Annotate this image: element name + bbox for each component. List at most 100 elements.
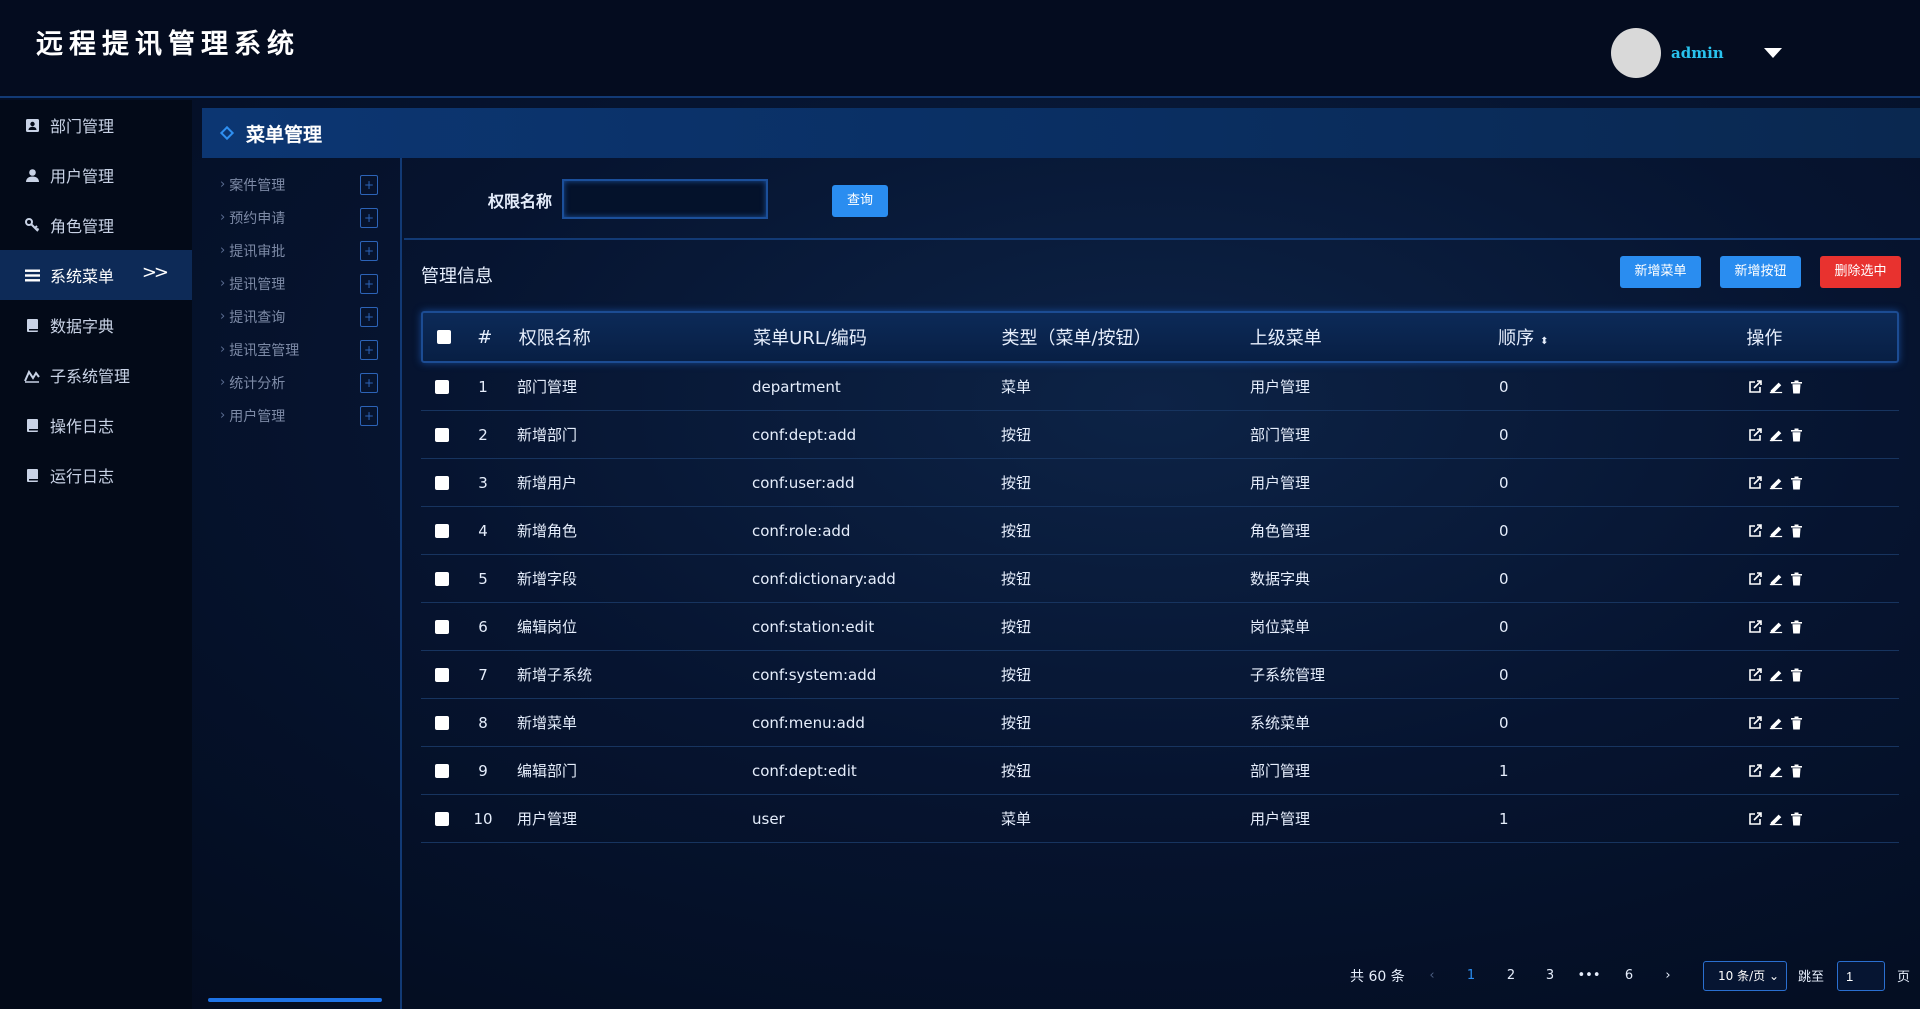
- plus-icon[interactable]: +: [360, 240, 378, 261]
- horizontal-scrollbar[interactable]: [208, 998, 382, 1002]
- row-checkbox[interactable]: [421, 619, 463, 634]
- col-order-header[interactable]: 顺序 ⬍: [1498, 324, 1746, 350]
- sidebar-item-dictionary[interactable]: 数据字典: [0, 300, 192, 350]
- sidebar-item-users[interactable]: 用户管理: [0, 150, 192, 200]
- delete-icon[interactable]: [1790, 716, 1804, 730]
- table-row[interactable]: 10 用户管理 user 菜单 用户管理 1: [421, 795, 1899, 843]
- submenu-item[interactable]: › 提讯管理 +: [202, 267, 400, 300]
- avatar[interactable]: [1611, 28, 1661, 78]
- submenu-item[interactable]: › 统计分析 +: [202, 366, 400, 399]
- open-link-icon[interactable]: [1748, 667, 1762, 682]
- checkbox[interactable]: [435, 571, 449, 586]
- query-button[interactable]: 查询: [832, 185, 888, 217]
- edit-icon[interactable]: [1769, 572, 1783, 586]
- table-row[interactable]: 8 新增菜单 conf:menu:add 按钮 系统菜单 0: [421, 699, 1899, 747]
- open-link-icon[interactable]: [1748, 379, 1762, 394]
- checkbox[interactable]: [435, 379, 449, 394]
- table-row[interactable]: 2 新增部门 conf:dept:add 按钮 部门管理 0: [421, 411, 1899, 459]
- submenu-item[interactable]: › 提讯审批 +: [202, 234, 400, 267]
- checkbox[interactable]: [435, 715, 449, 730]
- open-link-icon[interactable]: [1748, 763, 1762, 778]
- page-ellipsis[interactable]: •••: [1575, 960, 1603, 992]
- page-2[interactable]: 2: [1497, 960, 1525, 992]
- open-link-icon[interactable]: [1748, 571, 1762, 586]
- sidebar-item-roles[interactable]: 角色管理: [0, 200, 192, 250]
- chevron-down-icon[interactable]: [1763, 48, 1782, 58]
- table-row[interactable]: 4 新增角色 conf:role:add 按钮 角色管理 0: [421, 507, 1899, 555]
- delete-icon[interactable]: [1790, 524, 1804, 538]
- plus-icon[interactable]: +: [360, 405, 378, 426]
- edit-icon[interactable]: [1769, 524, 1783, 538]
- plus-icon[interactable]: +: [360, 372, 378, 393]
- sidebar-item-system-menu[interactable]: 系统菜单 >>: [0, 250, 192, 300]
- row-checkbox[interactable]: [421, 379, 463, 394]
- submenu-item[interactable]: › 预约申请 +: [202, 201, 400, 234]
- edit-icon[interactable]: [1769, 476, 1783, 490]
- row-checkbox[interactable]: [421, 715, 463, 730]
- table-row[interactable]: 9 编辑部门 conf:dept:edit 按钮 部门管理 1: [421, 747, 1899, 795]
- open-link-icon[interactable]: [1748, 619, 1762, 634]
- row-checkbox[interactable]: [421, 427, 463, 442]
- open-link-icon[interactable]: [1748, 523, 1762, 538]
- checkbox[interactable]: [435, 811, 449, 826]
- sidebar-item-operation-log[interactable]: 操作日志: [0, 400, 192, 450]
- next-page-button[interactable]: ›: [1654, 960, 1682, 992]
- plus-icon[interactable]: +: [360, 207, 378, 228]
- username[interactable]: admin: [1671, 44, 1724, 62]
- edit-icon[interactable]: [1769, 428, 1783, 442]
- checkbox[interactable]: [435, 667, 449, 682]
- submenu-item[interactable]: › 案件管理 +: [202, 168, 400, 201]
- checkbox[interactable]: [435, 427, 449, 442]
- edit-icon[interactable]: [1769, 380, 1783, 394]
- double-chevron-right-icon[interactable]: >>: [142, 262, 169, 283]
- delete-icon[interactable]: [1790, 668, 1804, 682]
- checkbox[interactable]: [435, 475, 449, 490]
- plus-icon[interactable]: +: [360, 306, 378, 327]
- open-link-icon[interactable]: [1748, 811, 1762, 826]
- open-link-icon[interactable]: [1748, 715, 1762, 730]
- sidebar-item-subsystems[interactable]: 子系统管理: [0, 350, 192, 400]
- checkbox[interactable]: [435, 763, 449, 778]
- prev-page-button[interactable]: ‹: [1418, 960, 1446, 992]
- open-link-icon[interactable]: [1748, 475, 1762, 490]
- page-1[interactable]: 1: [1457, 960, 1485, 992]
- row-checkbox[interactable]: [421, 571, 463, 586]
- delete-selected-button[interactable]: 删除选中: [1820, 256, 1901, 288]
- edit-icon[interactable]: [1769, 716, 1783, 730]
- sort-icon[interactable]: ⬍: [1540, 336, 1548, 347]
- delete-icon[interactable]: [1790, 476, 1804, 490]
- row-checkbox[interactable]: [421, 667, 463, 682]
- submenu-item[interactable]: › 提讯室管理 +: [202, 333, 400, 366]
- checkbox[interactable]: [435, 523, 449, 538]
- open-link-icon[interactable]: [1748, 427, 1762, 442]
- table-row[interactable]: 3 新增用户 conf:user:add 按钮 用户管理 0: [421, 459, 1899, 507]
- row-checkbox[interactable]: [421, 523, 463, 538]
- edit-icon[interactable]: [1769, 668, 1783, 682]
- row-checkbox[interactable]: [421, 811, 463, 826]
- edit-icon[interactable]: [1769, 764, 1783, 778]
- search-input[interactable]: [562, 179, 768, 219]
- delete-icon[interactable]: [1790, 620, 1804, 634]
- table-row[interactable]: 1 部门管理 department 菜单 用户管理 0: [421, 363, 1899, 411]
- edit-icon[interactable]: [1769, 620, 1783, 634]
- add-menu-button[interactable]: 新增菜单: [1620, 256, 1701, 288]
- delete-icon[interactable]: [1790, 812, 1804, 826]
- table-row[interactable]: 5 新增字段 conf:dictionary:add 按钮 数据字典 0: [421, 555, 1899, 603]
- sidebar-item-run-log[interactable]: 运行日志: [0, 450, 192, 500]
- table-row[interactable]: 6 编辑岗位 conf:station:edit 按钮 岗位菜单 0: [421, 603, 1899, 651]
- page-size-select[interactable]: 10 条/页 ⌄: [1703, 961, 1787, 991]
- plus-icon[interactable]: +: [360, 174, 378, 195]
- edit-icon[interactable]: [1769, 812, 1783, 826]
- jump-page-input[interactable]: [1837, 961, 1885, 991]
- checkbox[interactable]: [436, 330, 451, 344]
- table-row[interactable]: 7 新增子系统 conf:system:add 按钮 子系统管理 0: [421, 651, 1899, 699]
- plus-icon[interactable]: +: [360, 339, 378, 360]
- delete-icon[interactable]: [1790, 380, 1804, 394]
- user-menu[interactable]: admin: [1611, 28, 1782, 78]
- delete-icon[interactable]: [1790, 572, 1804, 586]
- plus-icon[interactable]: +: [360, 273, 378, 294]
- page-6[interactable]: 6: [1615, 960, 1643, 992]
- page-3[interactable]: 3: [1536, 960, 1564, 992]
- row-checkbox[interactable]: [421, 763, 463, 778]
- sidebar-item-department[interactable]: 部门管理: [0, 100, 192, 150]
